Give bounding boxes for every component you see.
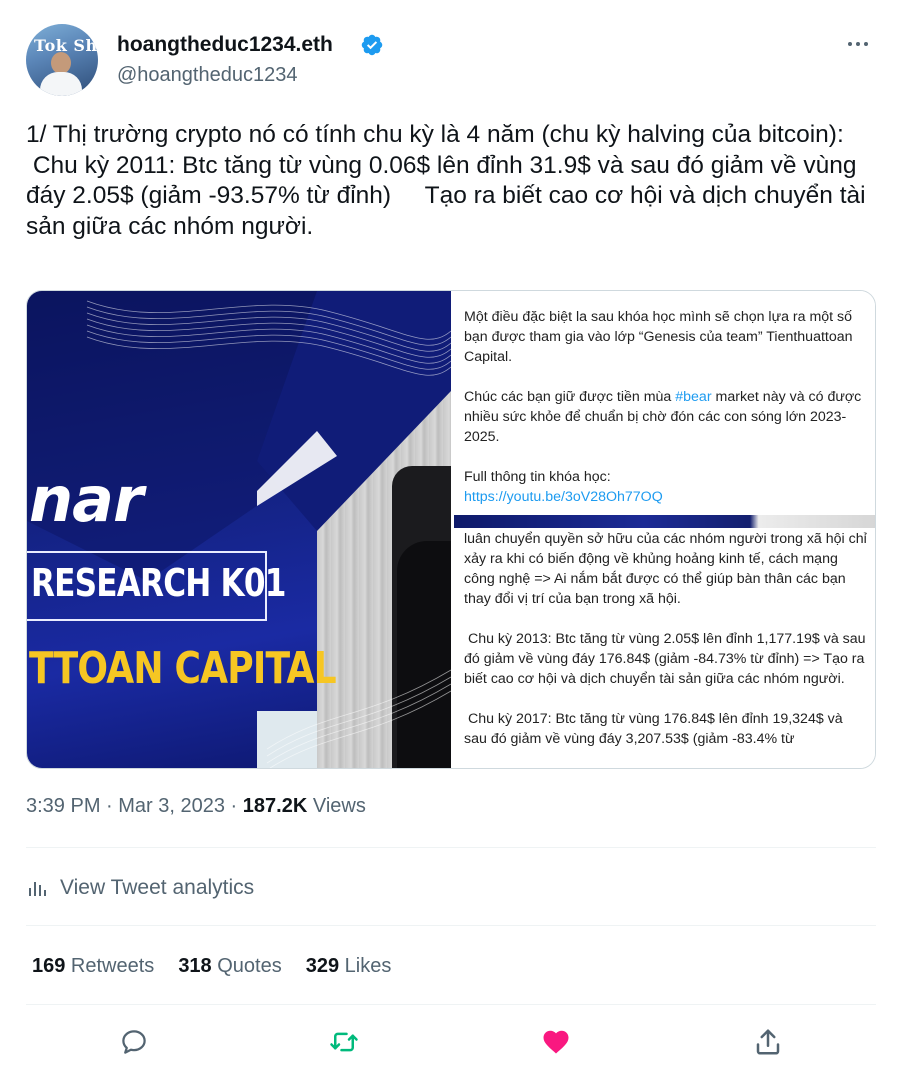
image-link: https://youtu.be/3oV28Oh77OQ xyxy=(464,489,663,505)
quotes-label: Quotes xyxy=(211,955,282,977)
reply-icon xyxy=(122,1030,146,1054)
retweets-label: Retweets xyxy=(65,955,155,977)
media-image-right[interactable]: Một điều đặc biệt la sau khóa học mình s… xyxy=(454,291,875,768)
handle[interactable]: @hoangtheduc1234 xyxy=(117,64,297,87)
meta-separator: · xyxy=(225,795,243,817)
image-text-top: Một điều đặc biệt la sau khóa học mình s… xyxy=(464,307,869,507)
retweet-icon xyxy=(330,1032,358,1052)
image-text-seminar: nar xyxy=(29,463,144,536)
share-icon xyxy=(756,1029,780,1055)
display-name[interactable]: hoangtheduc1234.eth xyxy=(117,33,333,57)
image-strip xyxy=(454,515,875,528)
tweet-date[interactable]: Mar 3, 2023 xyxy=(118,795,225,817)
divider xyxy=(26,847,876,848)
analytics-bars-icon xyxy=(29,882,46,896)
like-button[interactable] xyxy=(536,1022,576,1062)
image-text-capital: TTOAN CAPITAL xyxy=(29,643,337,694)
dot-icon xyxy=(848,42,852,46)
reply-button[interactable] xyxy=(114,1022,154,1062)
verified-badge-icon xyxy=(361,34,383,56)
avatar-body xyxy=(40,72,82,96)
meta-separator: · xyxy=(100,795,119,817)
heart-icon xyxy=(543,1030,569,1054)
dot-icon xyxy=(856,42,860,46)
views-count: 187.2K xyxy=(242,795,308,817)
retweet-button[interactable] xyxy=(324,1022,364,1062)
views-label: Views xyxy=(307,795,366,817)
avatar-head xyxy=(51,52,71,74)
image-paragraph: Chúc các bạn giữ được tiền mùa xyxy=(464,389,676,405)
quotes-count: 318 xyxy=(178,955,212,977)
tweet-media[interactable]: nar RESEARCH K01 TTOAN CAPITAL Một điều … xyxy=(26,290,876,769)
avatar-text: Tok Sh xyxy=(34,36,98,55)
tweet-header: Tok Sh hoangtheduc1234.eth @hoangtheduc1… xyxy=(26,22,878,102)
divider xyxy=(26,925,876,926)
retweets-stat[interactable]: 169 Retweets xyxy=(32,955,154,978)
tweet-meta: 3:39 PM · Mar 3, 2023 · 187.2K Views xyxy=(26,795,366,818)
dot-icon xyxy=(864,42,868,46)
media-image-left[interactable]: nar RESEARCH K01 TTOAN CAPITAL xyxy=(27,291,451,768)
image-hashtag: #bear xyxy=(675,389,712,405)
likes-label: Likes xyxy=(339,955,392,977)
retweets-count: 169 xyxy=(32,955,66,977)
view-analytics-link[interactable]: View Tweet analytics xyxy=(26,873,254,903)
engagement-stats: 169 Retweets 318 Quotes 329 Likes xyxy=(32,955,391,978)
analytics-label: View Tweet analytics xyxy=(60,876,255,899)
tweet-actions xyxy=(26,1022,876,1062)
more-options-button[interactable] xyxy=(842,30,874,58)
image-text-research: RESEARCH K01 xyxy=(31,561,286,605)
avatar[interactable]: Tok Sh xyxy=(26,24,98,96)
quotes-stat[interactable]: 318 Quotes xyxy=(178,955,281,978)
likes-count: 329 xyxy=(305,955,340,977)
image-paragraph: Một điều đặc biệt la sau khóa học mình s… xyxy=(464,309,857,365)
likes-stat[interactable]: 329 Likes xyxy=(306,955,392,978)
image-text-bottom: luân chuyển quyền sở hữu của các nhóm ng… xyxy=(464,531,867,747)
share-button[interactable] xyxy=(748,1022,788,1062)
divider xyxy=(26,1004,876,1005)
image-paragraph: Full thông tin khóa học: xyxy=(464,469,611,485)
tweet-text: 1/ Thị trường crypto nó có tính chu kỳ l… xyxy=(26,121,866,240)
tweet-time[interactable]: 3:39 PM xyxy=(26,795,100,817)
